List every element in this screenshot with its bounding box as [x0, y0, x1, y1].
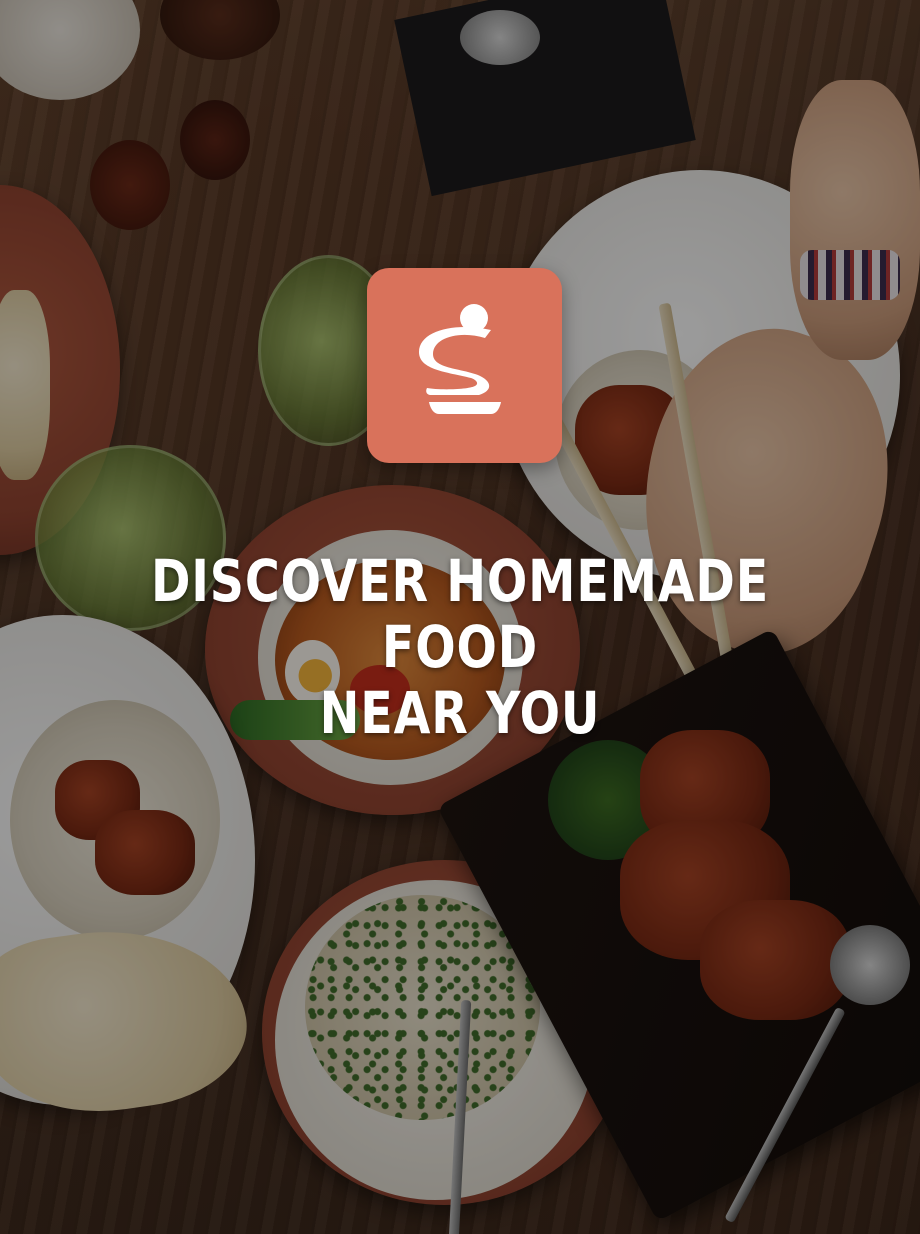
hero-headline: DISCOVER HOMEMADE FOOD NEAR YOU: [83, 548, 837, 746]
splash-screen: DISCOVER HOMEMADE FOOD NEAR YOU: [0, 0, 920, 1234]
headline-line-2: NEAR YOU: [319, 679, 601, 747]
stacked-dessert-s-icon: [419, 304, 501, 414]
headline-line-1: DISCOVER HOMEMADE FOOD: [150, 547, 770, 681]
app-logo: [367, 268, 562, 463]
